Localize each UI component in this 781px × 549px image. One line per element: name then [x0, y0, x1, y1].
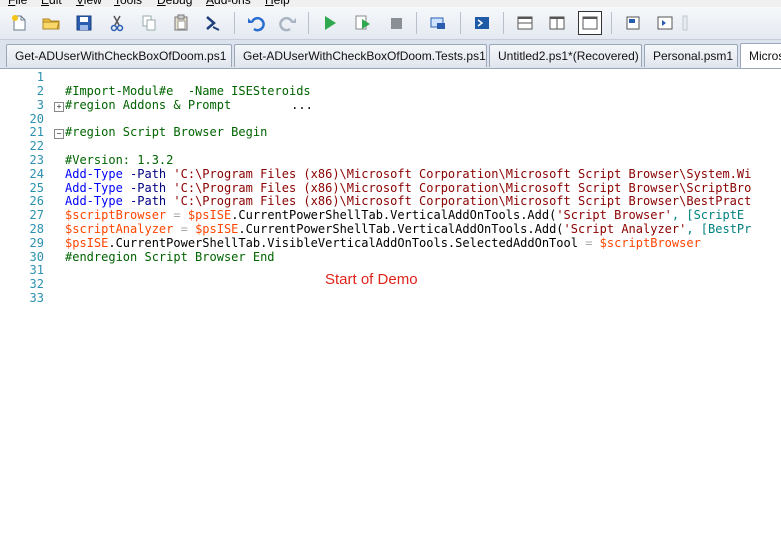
new-remote-tab-icon[interactable]: [427, 12, 449, 34]
tab-label: Micros: [749, 49, 781, 63]
code-line: Add-Type -Path 'C:\Program Files (x86)\M…: [65, 167, 752, 181]
tab-microsoft-active[interactable]: Micros: [740, 43, 781, 68]
line-number: 1: [36, 70, 44, 84]
stop-icon[interactable]: [385, 12, 407, 34]
run-selection-icon[interactable]: [352, 12, 374, 34]
script-pane-maximized-icon[interactable]: [578, 11, 602, 35]
line-number: 22: [29, 139, 44, 153]
collapse-region-icon[interactable]: −: [54, 129, 64, 139]
script-pane-top-icon[interactable]: [514, 12, 536, 34]
start-powershell-icon[interactable]: [471, 12, 493, 34]
menu-help[interactable]: Help: [265, 0, 290, 7]
show-script-pane-icon[interactable]: [622, 12, 644, 34]
tab-label: Untitled2.ps1*(Recovered): [498, 49, 639, 63]
code-line: Add-Type -Path 'C:\Program Files (x86)\M…: [65, 194, 752, 208]
line-number: 3: [36, 98, 44, 112]
menu-edit[interactable]: Edit: [41, 0, 62, 7]
code-line: #region Script Browser Begin: [65, 125, 268, 139]
show-command-addon-icon[interactable]: [654, 12, 676, 34]
menu-debug[interactable]: Debug: [157, 0, 192, 7]
menu-tools[interactable]: Tools: [114, 0, 142, 7]
toolbar-separator: [308, 12, 309, 34]
tab-get-aduser-tests[interactable]: Get-ADUserWithCheckBoxOfDoom.Tests.ps1: [234, 44, 487, 67]
line-number: 27: [29, 208, 44, 222]
line-number-gutter: 1 2 3 20 21 22 23 24 25 26 27 28 29 30 3…: [0, 69, 46, 549]
demo-annotation: Start of Demo: [325, 271, 418, 288]
toolbar: [0, 7, 781, 40]
menu-addons[interactable]: Add-ons: [206, 0, 251, 7]
toolbar-separator: [460, 12, 461, 34]
code-line: $scriptBrowser = $psISE.CurrentPowerShel…: [65, 208, 745, 222]
console-icon[interactable]: [202, 12, 224, 34]
code-line: #Version: 1.3.2: [65, 153, 174, 167]
code-line: #endregion Script Browser End: [65, 250, 275, 264]
tab-untitled2[interactable]: Untitled2.ps1*(Recovered): [489, 44, 642, 67]
new-file-icon[interactable]: [8, 12, 30, 34]
line-number: 29: [29, 236, 44, 250]
menu-file[interactable]: File: [8, 0, 27, 7]
script-pane-right-icon[interactable]: [546, 12, 568, 34]
toolbar-separator: [234, 12, 235, 34]
tab-label: Get-ADUserWithCheckBoxOfDoom.Tests.ps1: [243, 49, 486, 63]
copy-icon[interactable]: [138, 12, 160, 34]
code-line: $scriptAnalyzer = $psISE.CurrentPowerShe…: [65, 222, 752, 236]
collapsed-region-marker[interactable]: ...: [291, 98, 313, 112]
toolbar-separator: [503, 12, 504, 34]
code-line: $psISE.CurrentPowerShellTab.VisibleVerti…: [65, 236, 701, 250]
redo-icon[interactable]: [277, 12, 299, 34]
undo-icon[interactable]: [245, 12, 267, 34]
line-number: 23: [29, 153, 44, 167]
toolbar-overflow-icon[interactable]: [680, 12, 690, 34]
line-number: 24: [29, 167, 44, 181]
tab-label: Personal.psm1: [653, 49, 734, 63]
menu-view[interactable]: View: [76, 0, 102, 7]
line-number: 28: [29, 222, 44, 236]
toolbar-separator: [416, 12, 417, 34]
script-editor[interactable]: 1 2 3 20 21 22 23 24 25 26 27 28 29 30 3…: [0, 69, 781, 549]
line-number: 21: [29, 125, 44, 139]
script-tab-strip: Get-ADUserWithCheckBoxOfDoom.ps1 Get-ADU…: [0, 40, 781, 69]
code-line: #region Addons & Prompt...: [65, 98, 313, 112]
cut-icon[interactable]: [106, 12, 128, 34]
tab-get-aduser[interactable]: Get-ADUserWithCheckBoxOfDoom.ps1: [6, 44, 232, 67]
save-icon[interactable]: [73, 12, 95, 34]
line-number: 26: [29, 194, 44, 208]
tab-personal-psm1[interactable]: Personal.psm1: [644, 44, 738, 67]
run-icon[interactable]: [319, 12, 341, 34]
toolbar-separator: [611, 12, 612, 34]
code-line: #Import-Modul#e -Name ISESteroids: [65, 84, 311, 98]
line-number: 32: [29, 277, 44, 291]
paste-icon[interactable]: [170, 12, 192, 34]
open-folder-icon[interactable]: [40, 12, 62, 34]
expand-region-icon[interactable]: +: [54, 102, 64, 112]
tab-label: Get-ADUserWithCheckBoxOfDoom.ps1: [15, 49, 227, 63]
line-number: 2: [36, 84, 44, 98]
line-number: 31: [29, 263, 44, 277]
menu-bar: File Edit View Tools Debug Add-ons Help: [0, 0, 781, 7]
line-number: 33: [29, 291, 44, 305]
